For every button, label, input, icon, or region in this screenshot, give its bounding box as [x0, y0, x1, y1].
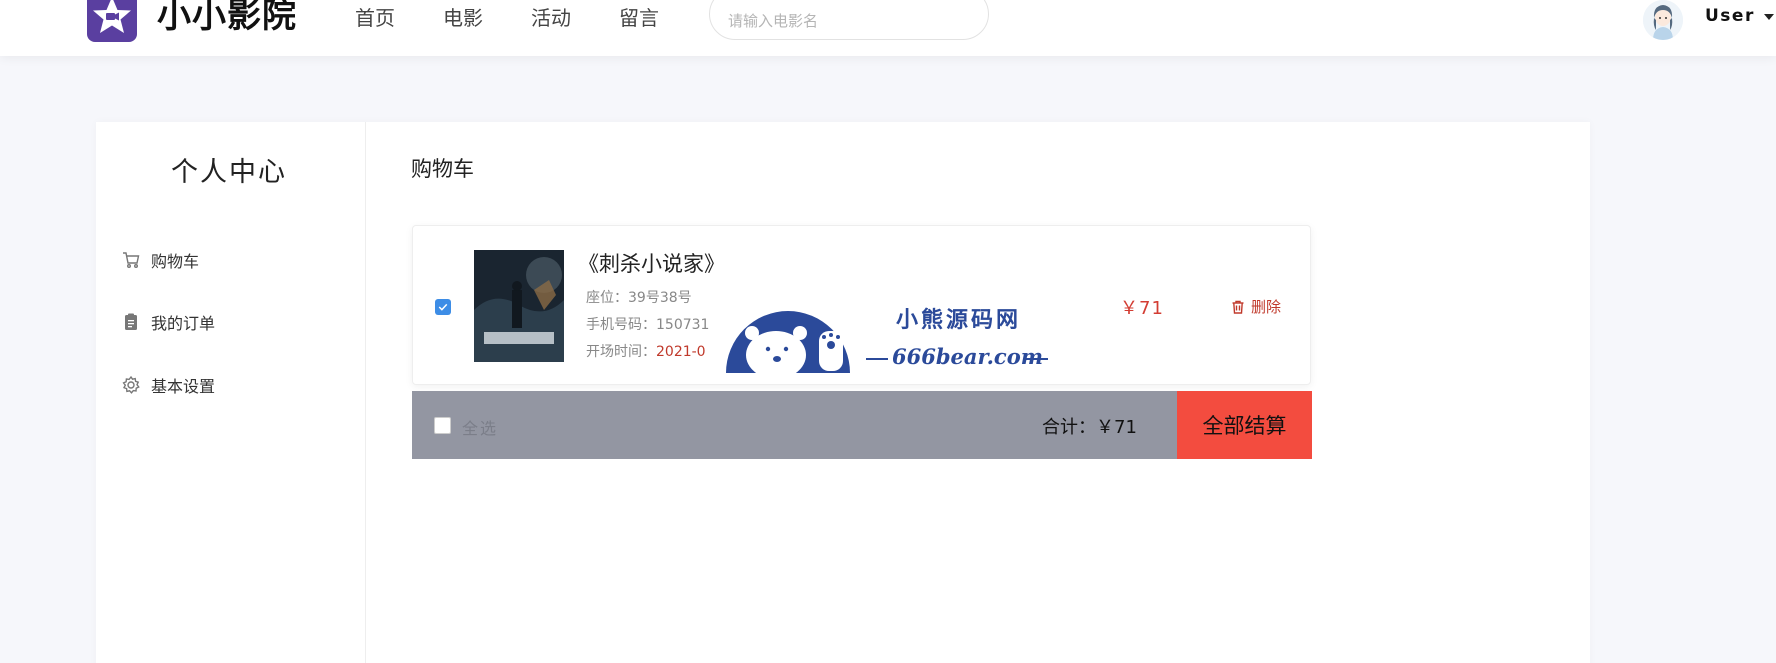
watermark-divider — [1024, 358, 1048, 360]
showtime-value: 2021-0 — [656, 344, 706, 360]
cart-icon — [121, 250, 141, 270]
movie-title: 《刺杀小说家》 — [578, 252, 725, 276]
sidebar-title: 个人中心 — [171, 157, 287, 188]
movie-poster[interactable] — [474, 250, 564, 362]
chevron-down-icon[interactable] — [1764, 14, 1774, 20]
avatar[interactable] — [1643, 0, 1683, 40]
trash-icon — [1230, 299, 1246, 315]
search-input[interactable] — [709, 0, 989, 40]
clipboard-icon — [121, 312, 141, 332]
showtime-info: 开场时间：2021-0 — [586, 342, 706, 362]
sidebar-item-orders[interactable]: 我的订单 — [121, 309, 215, 335]
watermark-title: 小熊源码网 — [896, 307, 1022, 333]
sidebar-item-label: 基本设置 — [151, 377, 216, 396]
item-price: ￥71 — [1120, 298, 1164, 319]
checkout-button[interactable]: 全部结算 — [1177, 391, 1312, 459]
delete-label: 删除 — [1251, 298, 1282, 316]
logo-icon[interactable] — [87, 0, 137, 42]
select-all-checkbox[interactable] — [434, 417, 451, 434]
select-all-label[interactable]: 全选 — [462, 415, 498, 439]
delete-button[interactable]: 删除 — [1230, 296, 1281, 317]
nav-activities[interactable]: 活动 — [531, 4, 571, 32]
sidebar-item-label: 购物车 — [151, 252, 200, 271]
sidebar-item-cart[interactable]: 购物车 — [121, 247, 199, 273]
phone-info: 手机号码：150731 — [586, 317, 710, 333]
watermark-divider — [866, 358, 888, 360]
showtime-label: 开场时间： — [586, 344, 656, 360]
bear-watermark-icon — [726, 311, 850, 375]
nav-movies[interactable]: 电影 — [443, 4, 483, 32]
sidebar-item-label: 我的订单 — [151, 314, 216, 333]
watermark-url: 666bear.com — [892, 344, 1043, 369]
gear-icon — [121, 375, 141, 395]
nav-home[interactable]: 首页 — [355, 4, 395, 32]
seat-info: 座位：39号38号 — [586, 290, 692, 306]
page-title: 购物车 — [411, 157, 474, 181]
item-checkbox[interactable] — [435, 299, 451, 315]
sidebar-item-settings[interactable]: 基本设置 — [121, 372, 215, 398]
nav-messages[interactable]: 留言 — [619, 4, 659, 32]
total-price: 合计：￥71 — [1042, 417, 1137, 438]
user-menu[interactable]: User — [1705, 6, 1755, 26]
brand-name[interactable]: 小小影院 — [157, 0, 297, 38]
